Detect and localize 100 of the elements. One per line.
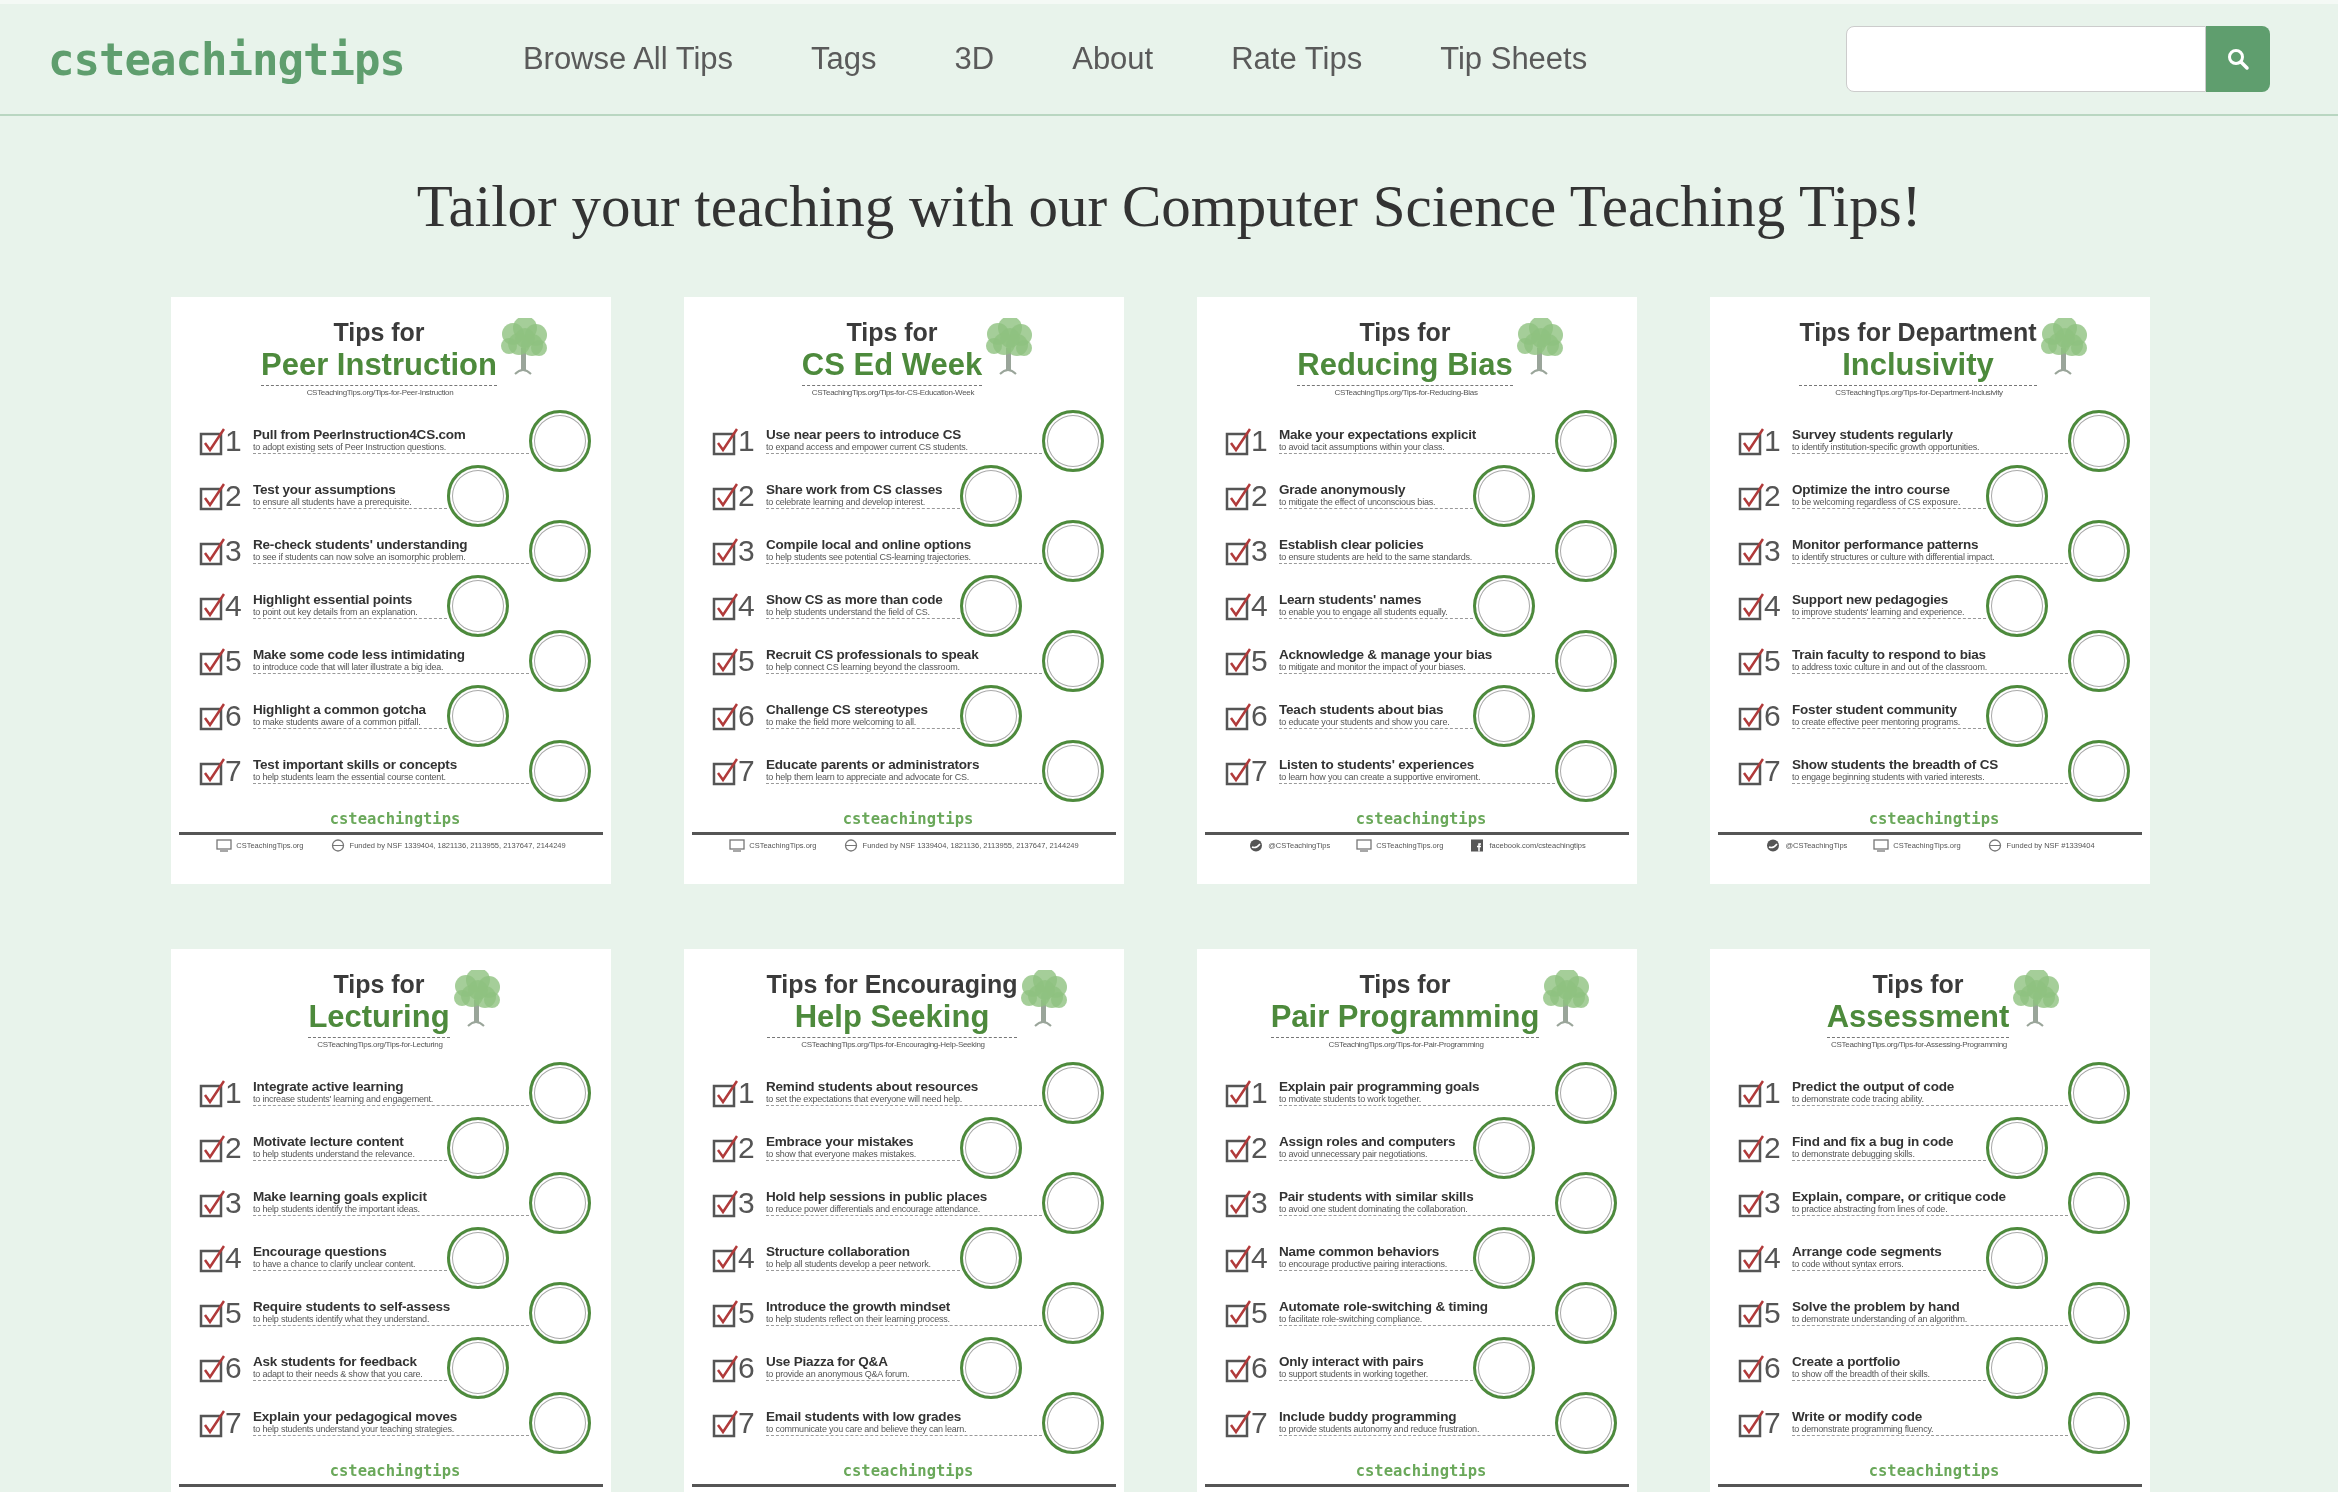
sheet-logo: csteachingtips <box>1354 810 1488 828</box>
page-heading: Tailor your teaching with our Computer Science Teaching Tips! <box>416 172 1922 241</box>
tip-title: Automate role-switching & timing <box>1279 1299 1489 1314</box>
tip-number: 7 <box>225 1407 243 1438</box>
facebook-icon <box>1469 839 1486 852</box>
tip-number: 1 <box>1764 425 1782 456</box>
monitor-icon <box>729 839 746 852</box>
nav-link[interactable]: 3D <box>954 41 995 77</box>
sheet-logo: csteachingtips <box>328 1462 462 1480</box>
nav-link[interactable]: Tip Sheets <box>1440 41 1588 77</box>
tip-number: 4 <box>225 590 243 621</box>
monitor-icon <box>1873 839 1890 852</box>
tip-description: to mitigate and monitor the impact of your biases. <box>1279 662 1467 672</box>
tip-description: to be welcoming regardless of CS exposure. <box>1792 497 1962 507</box>
tip-title: Embrace your mistakes <box>766 1134 915 1149</box>
tip-title: Predict the output of code <box>1792 1079 1956 1094</box>
tip-number: 4 <box>1764 1242 1782 1273</box>
sheet-title: Tips for <box>846 317 938 347</box>
search-field[interactable] <box>1846 26 2206 92</box>
tip-number: 6 <box>225 1352 243 1383</box>
tip-description: to learn how you can create a supportive enviroment. <box>1279 772 1482 782</box>
globe-icon <box>842 839 859 852</box>
tip-sheet[interactable] <box>1710 297 2150 884</box>
tip-number: 6 <box>1251 700 1269 731</box>
tip-sheet[interactable] <box>171 949 611 1492</box>
sheet-logo: csteachingtips <box>841 1462 975 1480</box>
tip-description: to provide an anonymous Q&A forum. <box>766 1369 911 1379</box>
tip-description: to avoid unnecessary pair negotiations. <box>1279 1149 1429 1159</box>
tip-description: to support students in working together. <box>1279 1369 1430 1379</box>
tip-title: Use Piazza for Q&A <box>766 1354 889 1369</box>
tip-description: to enable you to engage all students equally. <box>1279 607 1449 617</box>
sheet-url: CSTeachingTips.org/Tips-for-Department-Inclusivity <box>1834 388 2004 397</box>
tip-number: 7 <box>1764 1407 1782 1438</box>
tip-sheet[interactable] <box>684 297 1124 884</box>
nav-link[interactable]: Rate Tips <box>1231 41 1363 77</box>
nav-link[interactable]: About <box>1072 41 1154 77</box>
tip-title: Share work from CS classes <box>766 482 944 497</box>
tip-title: Solve the problem by hand <box>1792 1299 1961 1314</box>
nav-link[interactable]: Browse All Tips <box>522 41 734 77</box>
search-button[interactable] <box>2206 26 2270 92</box>
tip-description: to make students aware of a common pitfall. <box>253 717 422 727</box>
sheet-logo: csteachingtips <box>328 810 462 828</box>
sheet-url: CSTeachingTips.org/Tips-for-Assessing-Programming <box>1830 1040 2008 1049</box>
tip-title: Test important skills or concepts <box>253 757 458 772</box>
sheet-topic: CS Ed Week <box>801 347 983 383</box>
tip-title: Establish clear policies <box>1279 537 1425 552</box>
tip-description: to increase students' learning and engagement. <box>253 1094 435 1104</box>
tip-sheet[interactable] <box>1197 297 1637 884</box>
tip-description: to help students identify what they understand. <box>253 1314 431 1324</box>
tip-number: 7 <box>738 755 756 786</box>
tip-title: Test your assumptions <box>253 482 397 497</box>
tip-description: to identify structures or culture with differential impact. <box>1792 552 1996 562</box>
tip-number: 2 <box>1764 480 1782 511</box>
tip-description: to identify institution-specific growth opportunities. <box>1792 442 1981 452</box>
tip-description: to help students reflect on their learning process. <box>766 1314 951 1324</box>
tip-description: to set the expectations that everyone will need help. <box>766 1094 964 1104</box>
sheet-topic: Peer Instruction <box>261 347 497 383</box>
sheet-logo: csteachingtips <box>841 810 975 828</box>
monitor-icon <box>1356 839 1373 852</box>
tip-number: 3 <box>1251 1187 1269 1218</box>
nav-link[interactable]: Tags <box>811 41 877 77</box>
tip-number: 5 <box>1764 645 1782 676</box>
tip-description: to show that everyone makes mistakes. <box>766 1149 918 1159</box>
tip-title: Arrange code segments <box>1792 1244 1943 1259</box>
tip-sheet[interactable] <box>1710 949 2150 1492</box>
sheet-url: CSTeachingTips.org/Tips-for-Lecturing <box>316 1040 444 1049</box>
tip-title: Make some code less intimidating <box>253 647 466 662</box>
tip-title: Make learning goals explicit <box>253 1189 428 1204</box>
tip-description: to help them learn to appreciate and advocate for CS. <box>766 772 971 782</box>
sheet-title: Tips for Encouraging <box>766 969 1018 999</box>
sheet-topic: Inclusivity <box>1842 347 1994 383</box>
tip-description: to engage beginning students with varied interests. <box>1792 772 1986 782</box>
tip-description: to help students identify the important ideas. <box>253 1204 421 1214</box>
tip-sheet[interactable] <box>684 949 1124 1492</box>
tip-description: to motivate students to work together. <box>1279 1094 1422 1104</box>
search-icon <box>2226 47 2250 71</box>
tip-description: to code without syntax errors. <box>1792 1259 1905 1269</box>
tip-description: to make the field more welcoming to all. <box>766 717 918 727</box>
tip-sheet[interactable] <box>171 297 611 884</box>
tip-title: Introduce the growth mindset <box>766 1299 952 1314</box>
tip-number: 5 <box>225 645 243 676</box>
tip-number: 1 <box>738 1077 756 1108</box>
sheet-url: CSTeachingTips.org/Tips-for-Encouraging-Help-Seeking <box>800 1040 986 1049</box>
tip-title: Acknowledge & manage your bias <box>1279 647 1494 662</box>
sheet-logo: csteachingtips <box>1867 1462 2001 1480</box>
tip-title: Foster student community <box>1792 702 1958 717</box>
sheet-url: CSTeachingTips.org/Tips-for-CS-Education-Week <box>810 388 976 397</box>
tip-description: to practice abstracting from lines of code. <box>1792 1204 1949 1214</box>
tip-number: 2 <box>225 1132 243 1163</box>
tip-description: to address toxic culture in and out of the classroom. <box>1792 662 1988 672</box>
tip-number: 1 <box>1251 425 1269 456</box>
tip-title: Require students to self-assess <box>253 1299 452 1314</box>
tip-title: Find and fix a bug in code <box>1792 1134 1955 1149</box>
tip-title: Hold help sessions in public places <box>766 1189 989 1204</box>
tip-description: to demonstrate debugging skills. <box>1792 1149 1916 1159</box>
tip-title: Recruit CS professionals to speak <box>766 647 980 662</box>
sheet-logo: csteachingtips <box>1867 810 2001 828</box>
tip-description: to demonstrate programming fluency. <box>1792 1424 1935 1434</box>
tip-title: Name common behaviors <box>1279 1244 1441 1259</box>
tip-sheet[interactable] <box>1197 949 1637 1492</box>
